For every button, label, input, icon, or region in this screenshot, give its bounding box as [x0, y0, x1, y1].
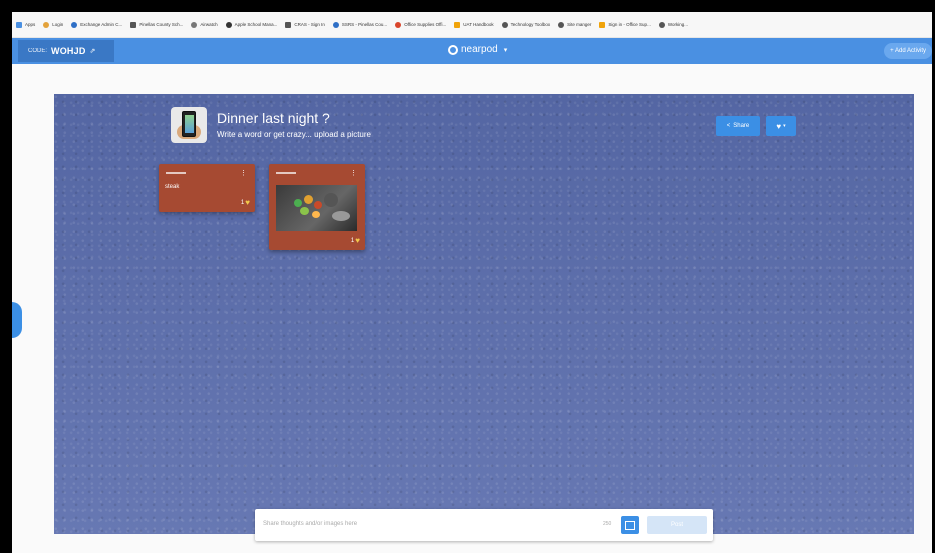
bookmark-label: Site manger	[567, 22, 592, 27]
browser-viewport: Apps Login Exchange Admin C... Pinellas Cou…	[12, 12, 932, 553]
nearpod-logo-icon	[448, 44, 458, 55]
bookmark-label: UAT Handbook	[463, 22, 494, 27]
like-number: 1	[240, 199, 245, 206]
more-vert-icon[interactable]: ⋮	[240, 170, 247, 177]
board-avatar-image	[171, 107, 207, 143]
bookmark-item[interactable]: CRAS - Sign In	[285, 21, 325, 28]
heart-icon: ♥	[776, 121, 782, 131]
board-subtitle: Write a word or get crazy... upload a pi…	[217, 130, 371, 139]
bookmark-label: Apple School Mana...	[234, 22, 278, 27]
image-icon	[625, 520, 635, 530]
logo-text: nearpod	[461, 44, 498, 55]
bookmark-icon	[501, 21, 508, 28]
side-panel-tab[interactable]	[12, 302, 22, 338]
collaborate-board: Dinner last night ? Write a word or get …	[54, 94, 914, 541]
share-icon: <	[726, 123, 731, 129]
nearpod-logo[interactable]: nearpod ▾	[448, 44, 507, 55]
code-label: CODE:	[28, 48, 48, 54]
bookmark-icon	[285, 21, 292, 28]
more-vert-icon[interactable]: ⋮	[350, 170, 357, 177]
like-number: 1	[350, 237, 355, 244]
like-count[interactable]: 1 ♥	[241, 198, 250, 207]
bookmark-icon	[599, 21, 606, 28]
bookmark-item[interactable]: Apps	[16, 21, 36, 28]
bookmark-icon	[225, 21, 232, 28]
bookmark-icon	[71, 21, 78, 28]
char-counter: 250	[603, 521, 612, 527]
like-filter-button[interactable]: ♥ ▾	[766, 116, 796, 136]
bookmark-icon	[130, 21, 137, 28]
bookmark-item[interactable]: Office Supplies Offi...	[395, 21, 447, 28]
post-image[interactable]	[276, 185, 357, 231]
bookmark-icon	[395, 21, 402, 28]
bookmark-item[interactable]: Site manger	[558, 21, 592, 28]
bookmark-label: Airwatch	[200, 22, 218, 27]
share-label: Share	[733, 123, 750, 129]
share-button[interactable]: < Share	[716, 116, 760, 136]
bookmark-item[interactable]: Sign in - Office Sup...	[599, 21, 651, 28]
bookmark-icon	[191, 21, 198, 28]
post-card[interactable]: ⋮ steak 1 ♥	[159, 164, 255, 212]
nearpod-header: CODE: WOHJD ⇗ nearpod ▾ + Add Activity	[12, 38, 932, 64]
bookmark-icon	[43, 21, 50, 28]
bookmark-icon	[16, 21, 22, 28]
external-link-icon[interactable]: ⇗	[90, 47, 96, 55]
bookmark-item[interactable]: Technology Toolbox	[501, 21, 551, 28]
post-author-bar	[166, 172, 186, 174]
bookmark-label: Apps	[25, 22, 36, 27]
bookmark-icon	[658, 21, 665, 28]
post-button[interactable]: Post	[647, 516, 707, 534]
compose-bar: Share thoughts and/or images here 250 Po…	[255, 509, 713, 541]
bookmark-label: Sign in - Office Sup...	[608, 22, 651, 27]
session-code[interactable]: CODE: WOHJD ⇗	[18, 40, 114, 62]
bookmark-label: Exchange Admin C...	[80, 22, 123, 27]
upload-image-button[interactable]	[621, 516, 639, 534]
bookmark-item[interactable]: Pinellas County Sch...	[130, 21, 184, 28]
like-count[interactable]: 1 ♥	[351, 236, 360, 245]
bookmark-item[interactable]: SSRS - Pinellas Cou...	[332, 21, 388, 28]
bookmark-item[interactable]: Login	[43, 21, 64, 28]
board-title: Dinner last night ?	[217, 110, 330, 126]
bookmark-label: Login	[52, 22, 64, 27]
post-card[interactable]: ⋮ 1 ♥	[269, 164, 365, 250]
bookmarks-bar: Apps Login Exchange Admin C... Pinellas Cou…	[12, 12, 932, 38]
heart-icon: ♥	[355, 236, 360, 245]
bookmark-item[interactable]: Airwatch	[191, 21, 218, 28]
heart-icon: ♥	[245, 198, 250, 207]
code-value: WOHJD	[51, 46, 86, 56]
bookmark-label: Working...	[667, 22, 689, 27]
post-author-bar	[276, 172, 296, 174]
compose-input[interactable]: Share thoughts and/or images here	[263, 521, 357, 527]
add-activity-button[interactable]: + Add Activity	[884, 43, 932, 59]
bookmark-item[interactable]: Exchange Admin C...	[71, 21, 123, 28]
chevron-down-icon: ▾	[503, 46, 508, 54]
bookmark-label: Office Supplies Offi...	[404, 22, 447, 27]
bookmark-item[interactable]: Apple School Mana...	[225, 21, 278, 28]
chevron-down-icon: ▾	[783, 123, 786, 129]
bookmark-label: Technology Toolbox	[510, 22, 551, 27]
bookmark-label: Pinellas County Sch...	[139, 22, 184, 27]
bookmark-label: SSRS - Pinellas Cou...	[341, 22, 388, 27]
post-text: steak	[165, 184, 180, 190]
bookmark-icon	[454, 21, 461, 28]
bookmark-icon	[558, 21, 565, 28]
bookmark-icon	[332, 21, 339, 28]
bookmark-item[interactable]: UAT Handbook	[454, 21, 494, 28]
bookmark-item[interactable]: Working...	[658, 21, 689, 28]
bookmark-label: CRAS - Sign In	[294, 22, 325, 27]
